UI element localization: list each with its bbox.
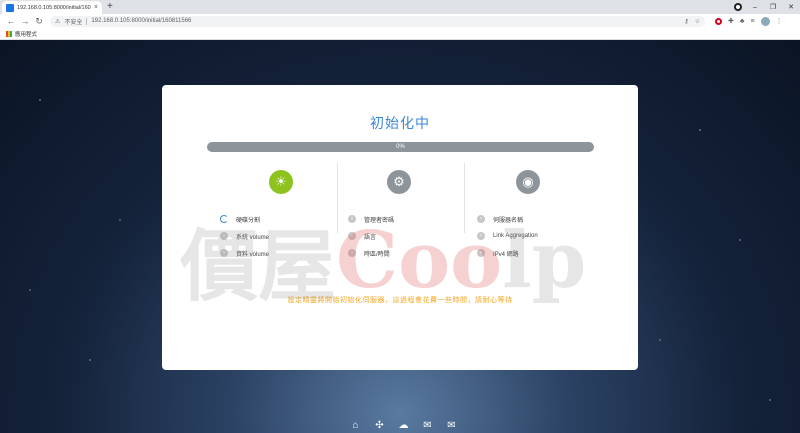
browser-toolbar: ← → ↻ ⚠ 不安全 192.168.0.105:8000/initial/1… <box>0 14 800 28</box>
step-item: › 管理者密碼 <box>348 214 394 224</box>
loading-spinner-icon: › <box>220 215 228 223</box>
maximize-icon[interactable]: ❐ <box>764 3 782 11</box>
minimize-icon[interactable]: – <box>746 4 764 11</box>
mail-icon[interactable]: ✉ <box>446 420 457 431</box>
profile-avatar[interactable] <box>760 16 770 26</box>
browser-tab[interactable]: 192.168.0.105:8000/initial/160 × <box>2 1 102 14</box>
step-item: › 硬碟分割 <box>220 214 260 224</box>
playlist-icon[interactable]: ≡ <box>750 18 754 25</box>
column-divider <box>337 163 338 233</box>
step-item: › 伺服器名稱 <box>477 214 523 224</box>
key-icon[interactable]: ⚷ <box>684 18 688 25</box>
omnibox-actions: ⚷ ☆ <box>684 18 700 25</box>
progress-bar: 0% <box>207 142 594 152</box>
step-label: 系統 volume <box>236 234 270 241</box>
step-label: Link Aggregation <box>493 233 538 239</box>
chevron-right-icon: › <box>220 249 228 257</box>
chevron-right-icon: › <box>348 215 356 223</box>
progress-text: 0% <box>396 144 405 150</box>
extension-icon[interactable]: ✚ <box>728 17 734 25</box>
status-notice: 設定精靈將開始初始化伺服器，這過程會花費一些時間，請耐心等待 <box>287 297 513 304</box>
column-divider <box>464 163 465 233</box>
globe-icon: ◉ <box>516 170 540 194</box>
favicon-icon <box>6 3 14 12</box>
chevron-right-icon: › <box>477 215 485 223</box>
back-icon[interactable]: ← <box>4 14 18 28</box>
opera-icon[interactable] <box>715 17 722 25</box>
step-label: IPv4 網路 <box>493 251 519 258</box>
close-window-icon[interactable]: ✕ <box>782 3 800 11</box>
chevron-right-icon: › <box>477 232 485 240</box>
chat-icon[interactable]: ✉ <box>422 420 433 431</box>
insecure-label: 不安全 <box>64 19 83 26</box>
extensions-area: ✚ ♣ ≡ ⋮ <box>715 16 783 26</box>
chevron-right-icon: › <box>220 232 228 240</box>
setup-card: 初始化中 0% ☀ ⚙ ◉ › 硬碟分割 › 系統 volume › <box>162 85 638 370</box>
url-text[interactable]: 192.168.0.105:8000/initial/160811566 <box>91 18 191 24</box>
media-record-icon[interactable] <box>734 3 742 11</box>
step-item: › 系統 volume <box>220 231 269 241</box>
new-tab-button[interactable]: + <box>107 1 113 13</box>
forward-icon[interactable]: → <box>18 14 32 28</box>
apps-bookmark[interactable]: 應用程式 <box>15 30 37 38</box>
window-controls: – ❐ ✕ <box>734 0 800 14</box>
step-item: › IPv4 網路 <box>477 248 519 258</box>
sunrise-icon: ☀ <box>269 170 293 194</box>
chevron-right-icon: › <box>348 232 356 240</box>
chevron-right-icon: › <box>477 249 485 257</box>
puzzle-extension-icon[interactable]: ♣ <box>740 18 745 25</box>
step-label: 硬碟分割 <box>236 217 261 224</box>
step-label: 時區/時間 <box>364 251 390 258</box>
gear-icon: ⚙ <box>387 170 411 194</box>
star-icon[interactable]: ☆ <box>695 18 700 25</box>
step-label: 資料 volume <box>236 251 270 258</box>
step-item: › 語言 <box>348 231 376 241</box>
menu-dots-icon[interactable]: ⋮ <box>776 17 783 25</box>
bottom-dock: ⌂ ✣ ☁ ✉ ✉ <box>350 420 457 431</box>
step-item: › Link Aggregation <box>477 231 538 241</box>
bookmarks-bar: 應用程式 <box>0 28 800 40</box>
tab-title: 192.168.0.105:8000/initial/160 <box>17 4 91 11</box>
reload-icon[interactable]: ↻ <box>32 14 46 28</box>
page-title: 初始化中 <box>370 115 430 131</box>
step-item: › 資料 volume <box>220 248 269 258</box>
bank-icon[interactable]: ⌂ <box>350 420 361 431</box>
tab-strip: 192.168.0.105:8000/initial/160 × + – ❐ ✕ <box>0 0 800 14</box>
cloud-download-icon[interactable]: ☁ <box>398 420 409 431</box>
address-bar[interactable]: ⚠ 不安全 192.168.0.105:8000/initial/1608115… <box>50 15 705 27</box>
chevron-right-icon: › <box>348 249 356 257</box>
step-label: 管理者密碼 <box>364 217 395 224</box>
warning-icon: ⚠ <box>55 18 61 25</box>
step-item: › 時區/時間 <box>348 248 390 258</box>
step-label: 語言 <box>364 234 377 241</box>
tab-close-icon[interactable]: × <box>94 4 98 11</box>
step-label: 伺服器名稱 <box>493 217 524 224</box>
puzzle-icon[interactable]: ✣ <box>374 420 385 431</box>
address-separator <box>86 17 88 25</box>
apps-grid-icon[interactable] <box>6 30 12 37</box>
page-background: 初始化中 0% ☀ ⚙ ◉ › 硬碟分割 › 系統 volume › <box>0 40 800 433</box>
